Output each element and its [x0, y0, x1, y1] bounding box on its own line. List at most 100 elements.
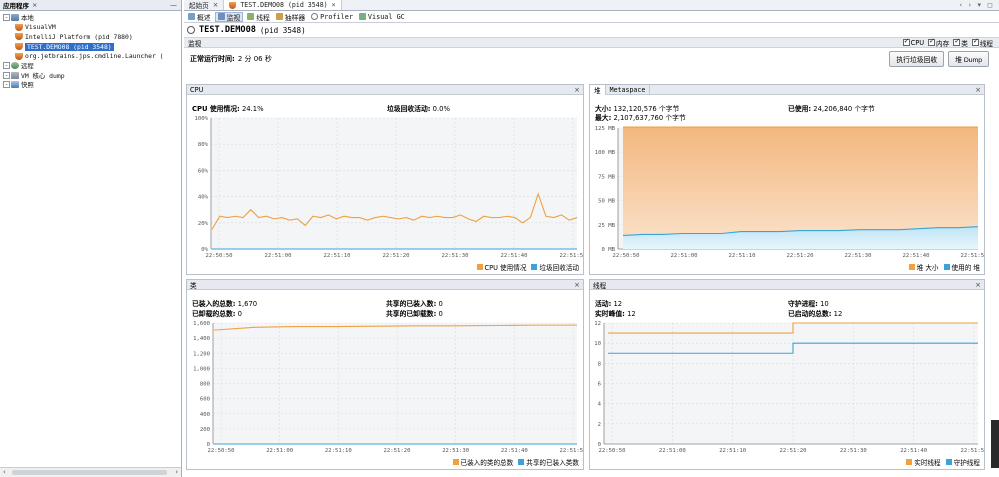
tab-sampler[interactable]: 抽样器: [274, 12, 307, 22]
legend-swatch: [906, 459, 913, 465]
checkbox-box[interactable]: [928, 37, 936, 46]
vertical-scrollbar[interactable]: [991, 420, 999, 468]
close-icon[interactable]: ×: [213, 1, 219, 9]
scrollbar-thumb[interactable]: [12, 470, 167, 475]
tree-node-label: VM 核心 dump: [21, 71, 65, 80]
tab-start-page[interactable]: 起始页 ×: [184, 0, 225, 10]
x-tick-label: 22:50:50: [613, 253, 640, 259]
monitor-checkboxes: CPU 内存 类 线程: [902, 37, 999, 48]
scroll-right-icon[interactable]: ›: [175, 468, 178, 476]
perform-gc-button[interactable]: 执行垃圾回收: [889, 51, 945, 67]
tab-monitor[interactable]: 监视: [214, 11, 244, 22]
host-icon: [11, 14, 19, 22]
collapse-icon[interactable]: -: [3, 14, 10, 22]
tree-node[interactable]: - 远程: [0, 61, 181, 71]
y-tick-label: 20%: [198, 221, 209, 227]
close-icon[interactable]: ×: [332, 1, 336, 9]
legend-label: 共享的已装入类数: [526, 459, 579, 467]
x-tick-label: 22:51:30: [840, 448, 867, 454]
close-icon[interactable]: ×: [975, 281, 981, 289]
heap-chart: 0 MB25 MB50 MB75 MB100 MB125 MB22:50:50 2…: [595, 126, 984, 259]
checkbox-box[interactable]: [953, 37, 961, 46]
tree-node[interactable]: - VM 核心 dump: [0, 71, 181, 81]
heap-legend: 堆 大小 使用的 堆: [908, 262, 980, 272]
x-tick-label: 22:50:50: [599, 448, 626, 454]
heap-panel-header: 堆 Metaspace ×: [590, 84, 984, 95]
tab-overview[interactable]: 概述: [186, 12, 213, 22]
x-tick-label: 22:51:00: [659, 448, 686, 454]
snapshot-icon: [11, 81, 19, 89]
legend-swatch: [531, 264, 538, 270]
tree-node[interactable]: VisualVM: [0, 23, 181, 33]
stat-label: 活动:: [595, 300, 612, 308]
tab-label: 抽样器: [284, 13, 306, 22]
x-tick-label: 22:51:10: [324, 253, 351, 259]
uptime-row: 正常运行时间: 2 分 06 秒 执行垃圾回收 堆 Dump: [184, 48, 999, 70]
memory-checkbox[interactable]: 内存: [928, 37, 949, 48]
tree-node-label: 快照: [21, 81, 34, 90]
tab-metaspace[interactable]: Metaspace: [606, 84, 651, 95]
minimize-icon[interactable]: —: [170, 1, 177, 9]
monitor-section-bar: 监视 CPU 内存 类 线程: [184, 37, 999, 48]
heap-dump-button[interactable]: 堆 Dump: [948, 51, 989, 67]
tree-node-label: VisualVM: [25, 23, 56, 32]
close-icon[interactable]: ×: [574, 281, 580, 289]
y-tick-label: 100%: [195, 116, 209, 122]
threads-panel-header: 线程 ×: [590, 280, 984, 290]
tree-node[interactable]: IntelliJ Platform (pid 7880): [0, 32, 181, 42]
classes-checkbox[interactable]: 类: [953, 37, 968, 48]
java-icon: [15, 33, 23, 41]
tab-application[interactable]: TEST.DEMO08 (pid 3548) ×: [224, 0, 342, 10]
collapse-icon[interactable]: -: [3, 81, 10, 89]
x-tick-label: 22:51:30: [845, 253, 872, 259]
main-area: 起始页 × TEST.DEMO08 (pid 3548) × ‹ › ▾ ◻ 概…: [184, 0, 999, 477]
tab-label: 线程: [256, 13, 270, 22]
cpu-chart: 0%20%40%60%80%100%22:50:50 22:51:00 22:51:…: [195, 116, 583, 259]
close-icon[interactable]: ×: [975, 86, 981, 94]
cpu-checkbox[interactable]: CPU: [902, 37, 924, 48]
tree-node[interactable]: - 本地: [0, 13, 181, 23]
stat-label: 实时峰值:: [595, 310, 625, 318]
collapse-icon[interactable]: -: [3, 62, 10, 70]
tab-visual-gc[interactable]: Visual GC: [357, 12, 407, 22]
scroll-left-icon[interactable]: ‹: [3, 468, 6, 476]
tree-node[interactable]: - 快照: [0, 80, 181, 90]
close-icon[interactable]: ×: [32, 1, 37, 9]
tab-threads[interactable]: 线程: [245, 12, 272, 22]
stat-value: 0.0%: [432, 105, 450, 113]
tab-profiler[interactable]: Profiler: [309, 12, 355, 22]
stat-value: 0: [237, 310, 242, 318]
tree-node-label: org.jetbrains.jps.cmdline.Launcher (: [25, 52, 164, 61]
y-tick-label: 1,200: [193, 351, 210, 357]
heap-max-stat: 最大: 2,107,637,760 个字节: [595, 112, 686, 122]
applications-tab[interactable]: 应用程序 ×: [3, 0, 37, 10]
checkbox-box[interactable]: [971, 37, 979, 46]
tree-node[interactable]: org.jetbrains.jps.cmdline.Launcher (: [0, 51, 181, 61]
close-icon[interactable]: ×: [574, 86, 580, 94]
tab-label: 监视: [226, 13, 241, 22]
x-tick-label: 22:51:10: [729, 253, 756, 259]
horizontal-scrollbar[interactable]: ‹ ›: [0, 467, 181, 477]
tree-node[interactable]: TEST.DEMO08 (pid 3548): [0, 42, 181, 52]
plot-area: [211, 118, 577, 249]
checkbox-box[interactable]: [902, 37, 910, 46]
y-tick-label: 75 MB: [598, 174, 615, 180]
legend-item: 使用的 堆: [943, 262, 980, 272]
threads-peak-stat: 实时峰值: 12: [595, 308, 636, 318]
remote-icon: [11, 62, 19, 70]
threads-checkbox[interactable]: 线程: [971, 37, 993, 48]
tab-heap[interactable]: 堆: [590, 84, 606, 95]
x-tick-label: 22:51:40: [501, 448, 528, 454]
stat-label: 已使用:: [788, 105, 812, 113]
tab-navigation-icons[interactable]: ‹ › ▾ ◻: [959, 1, 999, 9]
monitor-section-label: 监视: [188, 39, 202, 48]
application-title: TEST.DEMO08 (pid 3548): [184, 23, 999, 37]
stat-label: 共享的已卸载数:: [386, 310, 437, 318]
x-tick-label: 22:51:10: [719, 448, 746, 454]
classes-legend: 已装入的类的总数 共享的已装入类数: [452, 457, 579, 467]
x-tick-label: 22:51:00: [266, 448, 293, 454]
y-tick-label: 125 MB: [595, 126, 616, 132]
legend-label: 堆 大小: [916, 264, 939, 272]
tree-node-label: 远程: [21, 62, 34, 71]
collapse-icon[interactable]: -: [3, 71, 10, 79]
